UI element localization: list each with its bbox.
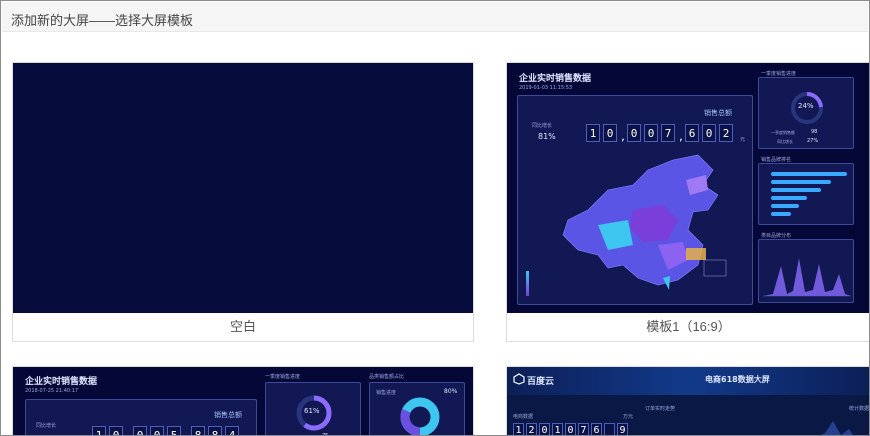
preview-progress-yoy-label: 同比增长 bbox=[777, 139, 793, 144]
counter-digit bbox=[604, 423, 615, 435]
preview-brand: 百度云 bbox=[527, 377, 555, 387]
ranking-bar bbox=[771, 172, 847, 176]
template-card-3[interactable]: 百度云 电商618数据大屏 电商数据 订单实时走势 统计数据 万元 120107… bbox=[506, 366, 870, 435]
preview-datetime: 2018-07-25 21:40:17 bbox=[25, 388, 79, 394]
template-card-label: 空白 bbox=[13, 313, 473, 341]
template-card-2[interactable]: 企业实时销售数据 2018-07-25 21:40:17 销售总额 同比增长 1… bbox=[12, 366, 474, 435]
counter-digit: 2 bbox=[719, 124, 733, 142]
preview-title: 电商618数据大屏 bbox=[705, 375, 770, 384]
template-preview-1: 企业实时销售数据 2019-01-03 11:15:53 销售总额 同比增长 8… bbox=[507, 63, 869, 314]
preview-ranking-panel: 销售品牌排名 bbox=[758, 157, 854, 225]
counter-digit: 0 bbox=[109, 426, 123, 435]
ranking-bar bbox=[771, 212, 791, 216]
counter-digit: 0 bbox=[603, 124, 617, 142]
counter-digit: 0 bbox=[702, 124, 716, 142]
preview-right-label: 统计数据 bbox=[849, 406, 870, 412]
category-donut bbox=[400, 397, 440, 435]
preview-progress-value: 61% bbox=[304, 407, 320, 415]
template-card-label: 模板1（16:9） bbox=[507, 313, 869, 341]
preview-progress-sub-value: 98 bbox=[811, 129, 818, 135]
preview-distribution-panel: 类目品牌分布 bbox=[758, 233, 854, 303]
preview-category-title: 品类销售额占比 bbox=[369, 374, 405, 380]
preview-growth-label: 同比增长 bbox=[532, 123, 553, 129]
preview-progress-yoy-value: 27% bbox=[807, 138, 819, 144]
template-picker-window: 添加新的大屏——选择大屏模板 空白 企业实时销售数据 2019-01-03 11… bbox=[0, 0, 870, 436]
trend-graphic bbox=[821, 421, 853, 435]
counter-digit: 8 bbox=[208, 426, 222, 435]
ranking-bar bbox=[771, 180, 831, 184]
counter-digit: 0 bbox=[133, 426, 147, 435]
template-preview-2: 企业实时销售数据 2018-07-25 21:40:17 销售总额 同比增长 1… bbox=[13, 367, 473, 435]
preview-category-sub: 销售进度 bbox=[376, 390, 397, 396]
counter-separator: , bbox=[620, 132, 627, 143]
preview-main-panel: 销售总额 同比增长 10,005,884 bbox=[25, 399, 257, 435]
preview-progress-value: 24% bbox=[798, 102, 814, 110]
counter-digit: 0 bbox=[627, 124, 641, 142]
counter-digit: 7 bbox=[661, 124, 675, 142]
counter-digit: 2 bbox=[526, 423, 537, 435]
counter-digit: 0 bbox=[565, 423, 576, 435]
china-map-graphic bbox=[562, 154, 727, 290]
header-bar: 添加新的大屏——选择大屏模板 bbox=[2, 2, 868, 32]
template-card-blank[interactable]: 空白 bbox=[12, 62, 474, 342]
preview-title: 企业实时销售数据 bbox=[25, 377, 98, 387]
preview-category-panel: 销售进度 80% bbox=[369, 382, 465, 435]
counter-digit: 1 bbox=[92, 426, 106, 435]
preview-progress-panel: 61% 75 bbox=[265, 382, 361, 435]
preview-left-label: 电商数据 bbox=[513, 414, 534, 420]
counter-digit: 0 bbox=[644, 124, 658, 142]
counter-digit: 0 bbox=[150, 426, 164, 435]
template-card-1[interactable]: 企业实时销售数据 2019-01-03 11:15:53 销售总额 同比增长 8… bbox=[506, 62, 869, 342]
preview-title-bar bbox=[507, 367, 869, 395]
counter-digit: 8 bbox=[191, 426, 205, 435]
preview-main-panel: 销售总额 同比增长 81% 10,007,602 元 bbox=[517, 95, 753, 305]
preview-unit: 万元 bbox=[623, 414, 634, 420]
counter-digit: 7 bbox=[578, 423, 589, 435]
preview-progress-panel: 一季度销售进度 24% 一季度销售额 98 同比增长 27% bbox=[758, 71, 854, 149]
distribution-peaks bbox=[763, 258, 851, 297]
counter-digit: 1 bbox=[552, 423, 563, 435]
preview-ranking-title: 销售品牌排名 bbox=[761, 157, 792, 163]
preview-title: 企业实时销售数据 bbox=[519, 74, 592, 84]
ranking-bar bbox=[771, 196, 807, 200]
preview-growth-value: 81% bbox=[538, 132, 556, 141]
map-legend bbox=[526, 271, 529, 296]
preview-category-value: 80% bbox=[444, 388, 458, 395]
preview-unit: 元 bbox=[740, 137, 746, 143]
counter-digit: 6 bbox=[591, 423, 602, 435]
cloud-logo-icon bbox=[513, 373, 525, 385]
ranking-bar bbox=[771, 188, 821, 192]
template-preview-3: 百度云 电商618数据大屏 电商数据 订单实时走势 统计数据 万元 120107… bbox=[507, 367, 870, 435]
preview-mid-label: 订单实时走势 bbox=[645, 406, 676, 412]
counter-digit: 1 bbox=[513, 423, 524, 435]
preview-progress-title: 一季度销售进度 bbox=[761, 71, 797, 77]
preview-progress-title: 一季度销售进度 bbox=[265, 374, 301, 380]
counter-digit: 0 bbox=[539, 423, 550, 435]
page-title: 添加新的大屏——选择大屏模板 bbox=[11, 13, 194, 28]
preview-datetime: 2019-01-03 11:15:53 bbox=[519, 85, 573, 91]
counter-digit: 4 bbox=[225, 426, 239, 435]
counter-digit: 6 bbox=[685, 124, 699, 142]
preview-progress-sub-label: 一季度销售额 bbox=[771, 130, 795, 135]
preview-sales-label: 销售总额 bbox=[704, 109, 732, 117]
preview-sales-label: 销售总额 bbox=[214, 411, 242, 419]
counter-digit: 1 bbox=[586, 124, 600, 142]
preview-growth-label: 同比增长 bbox=[36, 423, 57, 429]
counter-digit: 5 bbox=[167, 426, 181, 435]
counter-digit: 9 bbox=[617, 423, 628, 435]
template-preview-blank bbox=[13, 63, 473, 314]
counter-separator: , bbox=[678, 132, 685, 143]
ranking-bar bbox=[771, 204, 799, 208]
preview-distribution-title: 类目品牌分布 bbox=[761, 233, 792, 239]
